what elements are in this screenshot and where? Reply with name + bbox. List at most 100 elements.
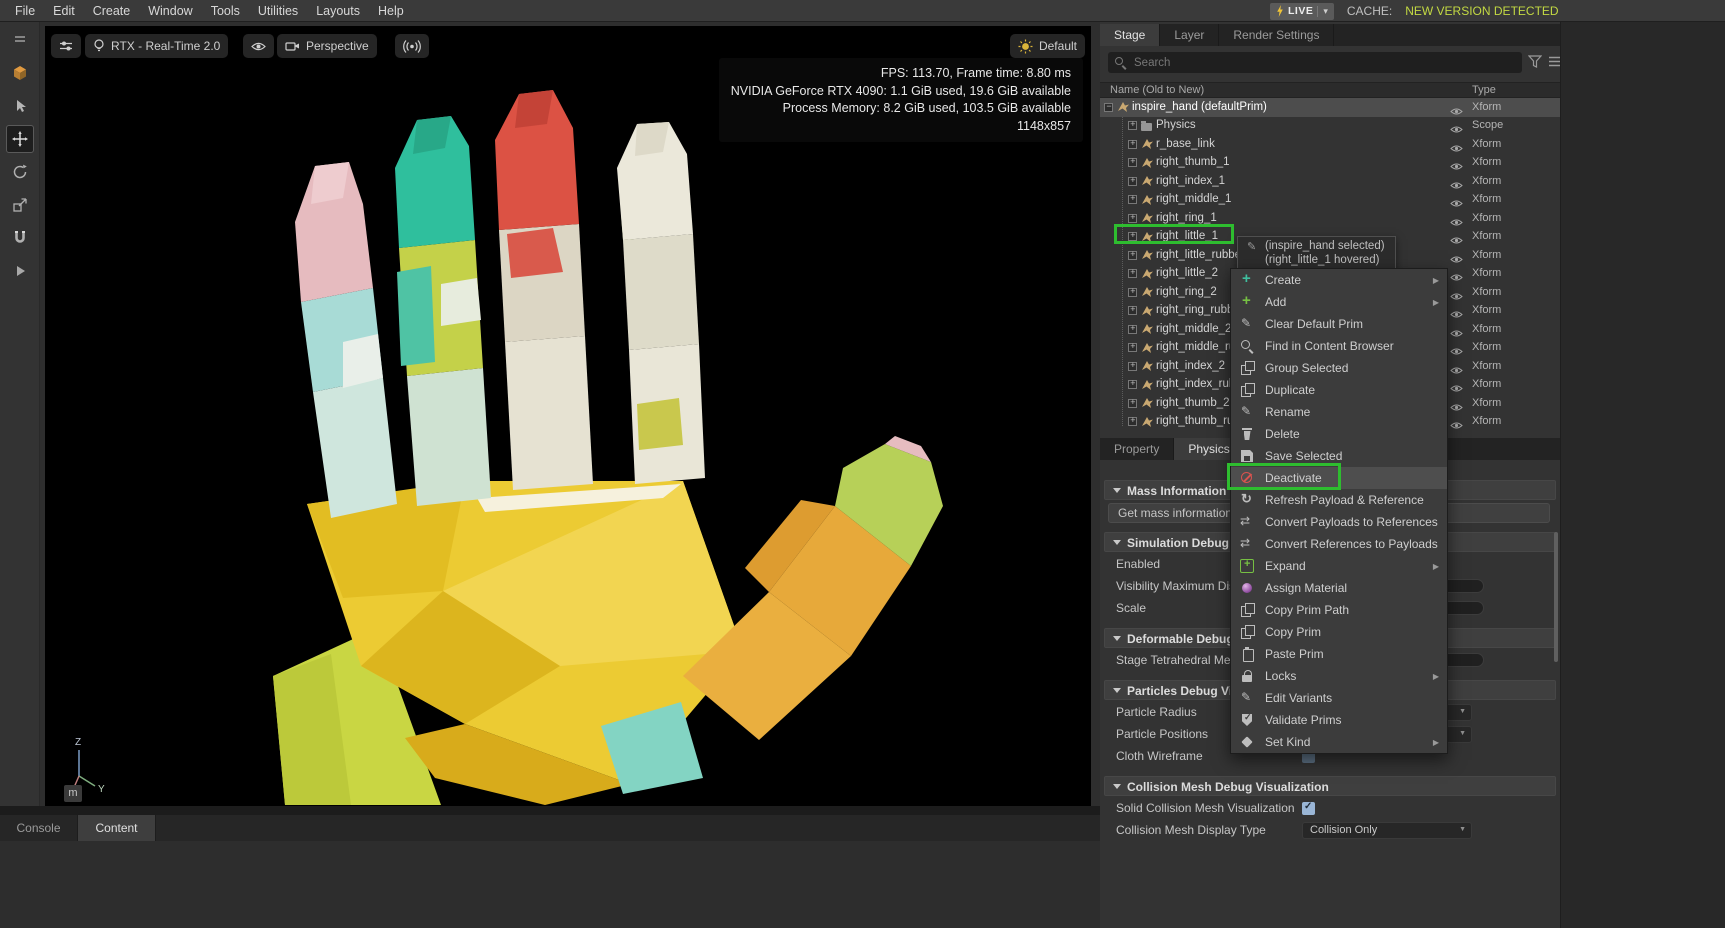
expand-toggle[interactable]: [1104, 103, 1113, 112]
context-menu-item[interactable]: Paste Prim ▶: [1231, 643, 1447, 665]
context-menu-item[interactable]: Edit Variants ▶: [1231, 687, 1447, 709]
expand-toggle[interactable]: [1128, 288, 1137, 297]
context-menu-item[interactable]: Convert Payloads to References ▶: [1231, 511, 1447, 533]
renderer-selector[interactable]: RTX - Real-Time 2.0: [85, 34, 228, 58]
hand-model[interactable]: [45, 26, 1091, 806]
dropdown-arrow-icon[interactable]: ▼: [1459, 730, 1466, 737]
lighting-selector[interactable]: Default: [1010, 34, 1085, 58]
collapse-triangle-icon[interactable]: [1113, 784, 1121, 789]
camera-selector[interactable]: Perspective: [277, 34, 377, 58]
filter-funnel-icon[interactable]: [1528, 55, 1542, 68]
context-menu-item[interactable]: Copy Prim ▶: [1231, 621, 1447, 643]
menu-item[interactable]: Utilities: [249, 0, 307, 22]
live-button[interactable]: LIVE ▾: [1270, 3, 1334, 20]
context-menu-item[interactable]: Assign Material ▶: [1231, 577, 1447, 599]
context-menu-item[interactable]: Validate Prims ▶: [1231, 709, 1447, 731]
panel-tab[interactable]: Render Settings: [1219, 24, 1334, 46]
menu-item[interactable]: Layouts: [307, 0, 369, 22]
svg-text:Y: Y: [98, 784, 105, 795]
search-input[interactable]: [1132, 52, 1512, 73]
context-menu-item[interactable]: Create ▶: [1231, 269, 1447, 291]
expand-toggle[interactable]: [1128, 399, 1137, 408]
context-menu-item[interactable]: Group Selected ▶: [1231, 357, 1447, 379]
live-caret-icon[interactable]: ▾: [1317, 6, 1328, 17]
south-tab[interactable]: Content: [78, 815, 156, 841]
menu-item[interactable]: File: [6, 0, 44, 22]
hamburger-menu-icon[interactable]: [6, 26, 34, 54]
expand-toggle[interactable]: [1128, 343, 1137, 352]
expand-toggle[interactable]: [1128, 140, 1137, 149]
expand-toggle[interactable]: [1128, 269, 1137, 278]
expand-toggle[interactable]: [1128, 195, 1137, 204]
context-menu-item[interactable]: Set Kind ▶: [1231, 731, 1447, 753]
collapse-triangle-icon[interactable]: [1113, 540, 1121, 545]
panel-tab[interactable]: Layer: [1160, 24, 1219, 46]
expand-toggle[interactable]: [1128, 417, 1137, 426]
dropdown-arrow-icon[interactable]: ▼: [1459, 708, 1466, 715]
new-version-notice[interactable]: NEW VERSION DETECTED: [1405, 4, 1558, 18]
expand-toggle[interactable]: [1128, 158, 1137, 167]
menu-item[interactable]: Window: [139, 0, 201, 22]
expand-toggle[interactable]: [1128, 177, 1137, 186]
context-menu-item[interactable]: Refresh Payload & Reference ▶: [1231, 489, 1447, 511]
expand-toggle[interactable]: [1128, 325, 1137, 334]
stage-tree-row[interactable]: right_thumb_1 Xform: [1100, 154, 1560, 173]
stage-tree-row[interactable]: r_base_link Xform: [1100, 135, 1560, 154]
collapse-triangle-icon[interactable]: [1113, 488, 1121, 493]
search-box[interactable]: [1108, 52, 1522, 73]
context-menu-item[interactable]: Rename ▶: [1231, 401, 1447, 423]
collapse-triangle-icon[interactable]: [1113, 636, 1121, 641]
stage-tree-row[interactable]: right_index_1 Xform: [1100, 172, 1560, 191]
context-menu-item[interactable]: Convert References to Payloads ▶: [1231, 533, 1447, 555]
section-header[interactable]: Collision Mesh Debug Visualization: [1104, 776, 1556, 796]
menu-item[interactable]: Tools: [202, 0, 249, 22]
dropdown-arrow-icon[interactable]: ▼: [1459, 826, 1466, 833]
visibility-eye-icon[interactable]: [1450, 417, 1463, 435]
context-menu-item[interactable]: Duplicate ▶: [1231, 379, 1447, 401]
context-menu-item[interactable]: Clear Default Prim ▶: [1231, 313, 1447, 335]
name-column-header[interactable]: Name (Old to New): [1110, 84, 1204, 96]
expand-toggle[interactable]: [1128, 362, 1137, 371]
context-menu-item[interactable]: Add ▶: [1231, 291, 1447, 313]
context-menu-item[interactable]: Copy Prim Path ▶: [1231, 599, 1447, 621]
play-icon[interactable]: [6, 257, 34, 285]
expand-toggle[interactable]: [1128, 306, 1137, 315]
south-tab[interactable]: Console: [0, 815, 78, 841]
checkbox[interactable]: [1302, 802, 1315, 815]
menu-item[interactable]: Create: [84, 0, 140, 22]
prim-name: right_middle_1: [1156, 193, 1231, 205]
asset-cube-icon[interactable]: [6, 59, 34, 87]
move-tool-icon[interactable]: [6, 125, 34, 153]
unit-badge[interactable]: m: [64, 785, 82, 802]
expand-toggle[interactable]: [1128, 121, 1137, 130]
viewport-canvas[interactable]: RTX - Real-Time 2.0 Perspective: [45, 26, 1091, 806]
menu-item-label: Locks: [1265, 669, 1296, 683]
viewport-settings-button[interactable]: [51, 34, 81, 58]
menu-item[interactable]: Edit: [44, 0, 84, 22]
rotate-tool-icon[interactable]: [6, 158, 34, 186]
panel-tab[interactable]: Property: [1100, 438, 1174, 460]
scrollbar-thumb[interactable]: [1554, 532, 1558, 662]
prim-type: Xform: [1472, 193, 1501, 205]
panel-tab[interactable]: Stage: [1100, 24, 1160, 46]
emitter-button[interactable]: [395, 34, 429, 58]
type-column-header[interactable]: Type: [1472, 84, 1496, 96]
expand-toggle[interactable]: [1128, 214, 1137, 223]
collapse-triangle-icon[interactable]: [1113, 688, 1121, 693]
expand-toggle[interactable]: [1128, 251, 1137, 260]
sliders-icon: [59, 39, 73, 53]
menu-item[interactable]: Help: [369, 0, 413, 22]
stage-tree-row[interactable]: inspire_hand (defaultPrim) Xform: [1100, 98, 1560, 117]
context-menu-item[interactable]: Delete ▶: [1231, 423, 1447, 445]
context-menu-item[interactable]: Locks ▶: [1231, 665, 1447, 687]
scale-tool-icon[interactable]: [6, 191, 34, 219]
stage-tree-row[interactable]: Physics Scope: [1100, 117, 1560, 136]
stage-tree-row[interactable]: right_middle_1 Xform: [1100, 191, 1560, 210]
select-tool-icon[interactable]: [6, 92, 34, 120]
dropdown[interactable]: Collision Only▼: [1302, 822, 1472, 839]
expand-toggle[interactable]: [1128, 380, 1137, 389]
context-menu-item[interactable]: Expand ▶: [1231, 555, 1447, 577]
snap-tool-icon[interactable]: [6, 224, 34, 252]
visibility-button[interactable]: [243, 34, 274, 58]
context-menu-item[interactable]: Find in Content Browser ▶: [1231, 335, 1447, 357]
